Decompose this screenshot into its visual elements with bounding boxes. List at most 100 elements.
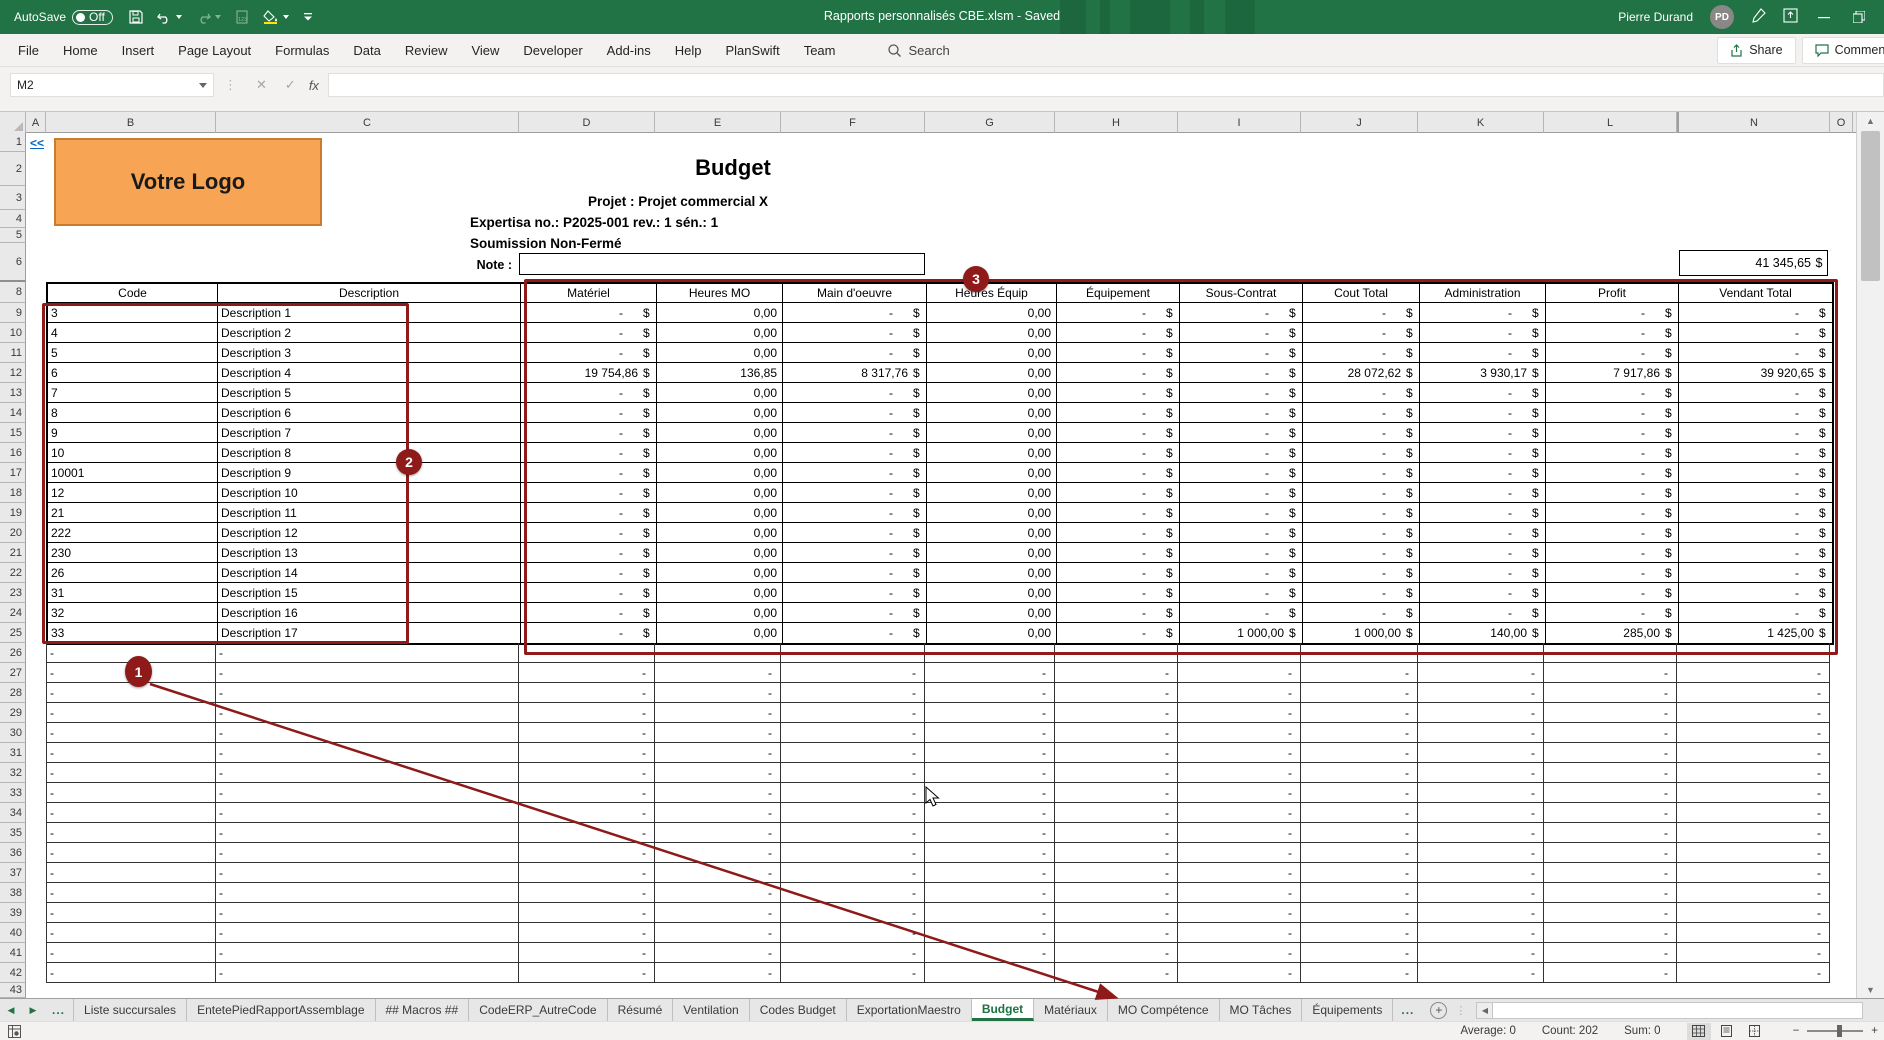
money-cell[interactable]: -$ bbox=[1057, 523, 1180, 543]
empty-cell[interactable]: - bbox=[925, 803, 1055, 823]
row-header-3[interactable]: 3 bbox=[0, 186, 26, 210]
row-header-27[interactable]: 27 bbox=[0, 663, 26, 683]
code-cell[interactable]: 7 bbox=[48, 383, 218, 403]
money-cell[interactable]: 285,00$ bbox=[1546, 623, 1679, 643]
empty-cell[interactable]: - bbox=[1055, 723, 1178, 743]
money-cell[interactable]: -$ bbox=[1546, 603, 1679, 623]
code-cell[interactable]: 33 bbox=[48, 623, 218, 643]
empty-cell[interactable]: - bbox=[1055, 923, 1178, 943]
col-header-K[interactable]: K bbox=[1418, 112, 1544, 133]
empty-cell[interactable]: - bbox=[1055, 943, 1178, 963]
col-header-A[interactable]: A bbox=[26, 112, 46, 133]
money-cell[interactable]: -$ bbox=[1180, 543, 1303, 563]
money-cell[interactable]: -$ bbox=[1420, 603, 1546, 623]
col-header-I[interactable]: I bbox=[1178, 112, 1301, 133]
empty-cell[interactable]: - bbox=[1301, 783, 1418, 803]
empty-cell[interactable]: - bbox=[216, 643, 519, 663]
money-cell[interactable]: -$ bbox=[1303, 383, 1420, 403]
money-cell[interactable]: -$ bbox=[521, 543, 657, 563]
empty-cell[interactable]: - bbox=[519, 823, 655, 843]
insert-function-icon[interactable]: fx bbox=[309, 78, 319, 93]
empty-cell[interactable]: - bbox=[1677, 963, 1830, 983]
money-cell[interactable]: -$ bbox=[1679, 323, 1832, 343]
empty-cell[interactable]: - bbox=[519, 943, 655, 963]
hours-cell[interactable]: 0,00 bbox=[657, 523, 783, 543]
description-cell[interactable]: Description 10 bbox=[218, 483, 521, 503]
hours-cell[interactable]: 0,00 bbox=[927, 343, 1057, 363]
empty-cell[interactable]: - bbox=[46, 763, 216, 783]
ribbon-tab-developer[interactable]: Developer bbox=[511, 34, 594, 67]
empty-cell[interactable]: - bbox=[46, 783, 216, 803]
cancel-icon[interactable]: ✕ bbox=[256, 77, 267, 93]
empty-cell[interactable]: - bbox=[1544, 883, 1677, 903]
code-cell[interactable]: 21 bbox=[48, 503, 218, 523]
empty-cell[interactable]: - bbox=[655, 723, 781, 743]
money-cell[interactable]: -$ bbox=[1180, 583, 1303, 603]
empty-cell[interactable]: - bbox=[655, 663, 781, 683]
share-button[interactable]: Share bbox=[1717, 37, 1795, 64]
ribbon-tab-help[interactable]: Help bbox=[663, 34, 714, 67]
money-cell[interactable]: -$ bbox=[1679, 543, 1832, 563]
empty-cell[interactable]: - bbox=[925, 923, 1055, 943]
hours-cell[interactable]: 0,00 bbox=[927, 383, 1057, 403]
ribbon-tab-file[interactable]: File bbox=[6, 34, 51, 67]
empty-cell[interactable]: - bbox=[655, 783, 781, 803]
empty-cell[interactable]: - bbox=[46, 823, 216, 843]
row-header-32[interactable]: 32 bbox=[0, 763, 26, 783]
row-header-41[interactable]: 41 bbox=[0, 943, 26, 963]
hours-cell[interactable]: 0,00 bbox=[657, 543, 783, 563]
money-cell[interactable]: -$ bbox=[1679, 523, 1832, 543]
empty-cell[interactable]: - bbox=[46, 863, 216, 883]
empty-cell[interactable] bbox=[1055, 643, 1178, 663]
description-cell[interactable]: Description 6 bbox=[218, 403, 521, 423]
empty-cell[interactable]: - bbox=[1055, 743, 1178, 763]
money-cell[interactable]: -$ bbox=[1057, 403, 1180, 423]
code-cell[interactable]: 31 bbox=[48, 583, 218, 603]
money-cell[interactable]: -$ bbox=[1180, 323, 1303, 343]
empty-cell[interactable]: - bbox=[46, 943, 216, 963]
code-cell[interactable]: 10 bbox=[48, 443, 218, 463]
money-cell[interactable]: -$ bbox=[1180, 483, 1303, 503]
row-header-24[interactable]: 24 bbox=[0, 603, 26, 623]
hours-cell[interactable]: 0,00 bbox=[927, 503, 1057, 523]
money-cell[interactable]: 19 754,86$ bbox=[521, 363, 657, 383]
money-cell[interactable]: -$ bbox=[1679, 343, 1832, 363]
empty-cell[interactable]: - bbox=[1301, 823, 1418, 843]
empty-cell[interactable]: - bbox=[519, 683, 655, 703]
ribbon-tab-planswift[interactable]: PlanSwift bbox=[714, 34, 792, 67]
empty-cell[interactable]: - bbox=[519, 703, 655, 723]
hours-cell[interactable]: 0,00 bbox=[927, 403, 1057, 423]
enter-icon[interactable]: ✓ bbox=[285, 77, 296, 93]
empty-cell[interactable]: - bbox=[655, 763, 781, 783]
hours-cell[interactable]: 0,00 bbox=[657, 463, 783, 483]
table-header-cell[interactable]: Heures Équip bbox=[927, 284, 1057, 303]
money-cell[interactable]: -$ bbox=[783, 343, 927, 363]
money-cell[interactable]: -$ bbox=[1057, 583, 1180, 603]
row-header-37[interactable]: 37 bbox=[0, 863, 26, 883]
money-cell[interactable]: -$ bbox=[783, 523, 927, 543]
table-header-cell[interactable]: Code bbox=[48, 284, 218, 303]
empty-cell[interactable]: - bbox=[1301, 663, 1418, 683]
description-cell[interactable]: Description 17 bbox=[218, 623, 521, 643]
empty-cell[interactable] bbox=[1544, 643, 1677, 663]
row-header-21[interactable]: 21 bbox=[0, 543, 26, 563]
money-cell[interactable]: -$ bbox=[1180, 403, 1303, 423]
money-cell[interactable]: -$ bbox=[1180, 343, 1303, 363]
ribbon-tab-review[interactable]: Review bbox=[393, 34, 460, 67]
code-cell[interactable]: 5 bbox=[48, 343, 218, 363]
money-cell[interactable]: -$ bbox=[1303, 563, 1420, 583]
money-cell[interactable]: -$ bbox=[1546, 563, 1679, 583]
row-header-9[interactable]: 9 bbox=[0, 303, 26, 323]
empty-cell[interactable]: - bbox=[46, 703, 216, 723]
empty-cell[interactable]: - bbox=[46, 643, 216, 663]
sheet-grid[interactable]: 1234568910111213141516171819202122232425… bbox=[0, 133, 1856, 998]
money-cell[interactable]: -$ bbox=[1057, 423, 1180, 443]
money-cell[interactable]: -$ bbox=[783, 443, 927, 463]
empty-cell[interactable]: - bbox=[1677, 823, 1830, 843]
empty-cell[interactable]: - bbox=[1301, 903, 1418, 923]
money-cell[interactable]: -$ bbox=[1679, 583, 1832, 603]
money-cell[interactable]: -$ bbox=[1420, 523, 1546, 543]
row-header-13[interactable]: 13 bbox=[0, 383, 26, 403]
empty-cell[interactable]: - bbox=[925, 743, 1055, 763]
empty-cell[interactable] bbox=[655, 643, 781, 663]
